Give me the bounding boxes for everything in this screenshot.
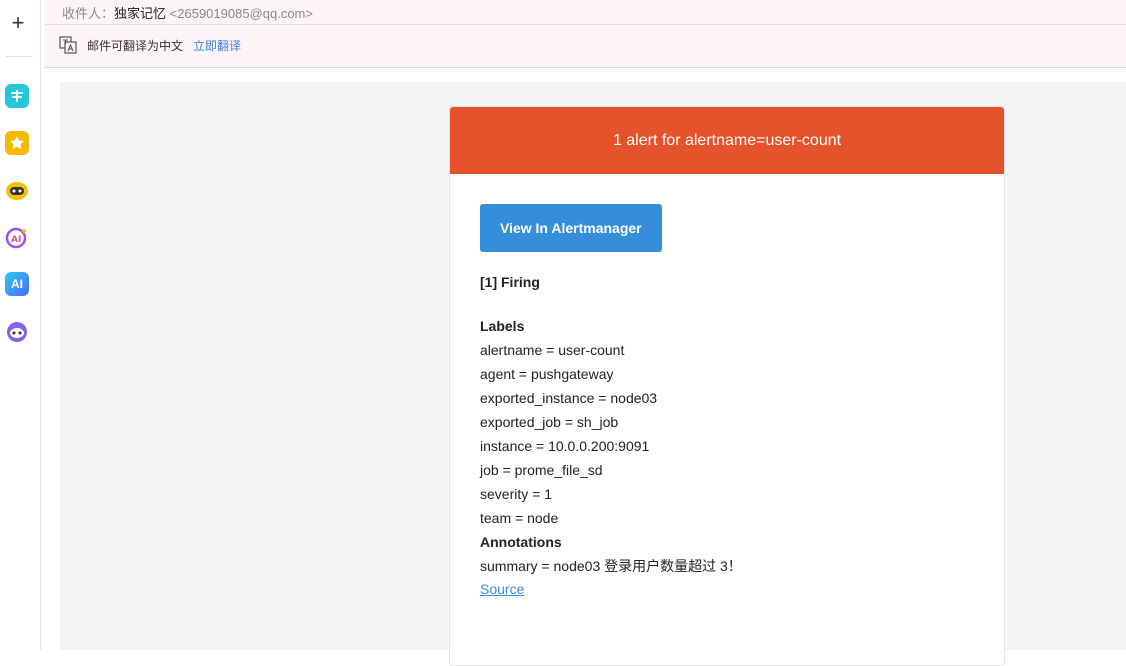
translate-hint: 邮件可翻译为中文: [87, 39, 184, 53]
label-item: alertname = user-count: [480, 342, 625, 358]
svg-text:AI: AI: [11, 235, 21, 245]
star-app-icon[interactable]: [5, 131, 29, 155]
translate-app-icon[interactable]: [5, 84, 29, 108]
translate-icon[interactable]: [59, 36, 77, 54]
recipient-email[interactable]: <2659019085@qq.com>: [170, 6, 313, 21]
label-item: exported_instance = node03: [480, 390, 658, 406]
label-item: job = prome_file_sd: [480, 462, 603, 478]
recipient-name[interactable]: 独家记忆: [114, 6, 166, 21]
annotations-heading: Annotations: [480, 534, 562, 550]
sidebar-divider: [6, 56, 32, 57]
firing-status: [1] Firing: [480, 274, 540, 290]
ai-ring-app-icon[interactable]: AI: [5, 225, 29, 249]
labels-heading: Labels: [480, 318, 525, 334]
left-app-sidebar: + AI AI: [0, 0, 41, 650]
mail-reading-pane: 收件人：独家记忆 <2659019085@qq.com> 邮件可翻译为中文 立即…: [42, 0, 1126, 666]
label-item: severity = 1: [480, 486, 552, 502]
label-item: instance = 10.0.0.200:9091: [480, 438, 650, 454]
alert-card: 1 alert for alertname=user-count View In…: [449, 106, 1005, 666]
alert-header: 1 alert for alertname=user-count: [450, 107, 1004, 174]
header-divider: [45, 24, 1126, 25]
annotation-item: summary = node03 登录用户数量超过 3！: [480, 558, 742, 574]
robot-app-icon[interactable]: [5, 178, 29, 202]
ai-app-label: AI: [11, 277, 23, 291]
mail-body: 1 alert for alertname=user-count View In…: [60, 82, 1126, 666]
bot-face-app-icon[interactable]: [5, 319, 29, 343]
plus-icon[interactable]: +: [7, 12, 29, 34]
label-item: agent = pushgateway: [480, 366, 614, 382]
source-link[interactable]: Source: [480, 578, 974, 600]
translate-now-link[interactable]: 立即翻译: [193, 37, 241, 54]
view-in-alertmanager-button[interactable]: View In Alertmanager: [480, 204, 662, 252]
ai-app-icon[interactable]: AI: [5, 272, 29, 296]
alert-content: View In Alertmanager [1] Firing Labels a…: [450, 174, 1004, 630]
recipient-label: 收件人：: [62, 6, 115, 21]
recipient-line: 收件人：独家记忆 <2659019085@qq.com>: [62, 3, 313, 22]
label-item: exported_job = sh_job: [480, 414, 619, 430]
label-item: team = node: [480, 510, 559, 526]
mail-header: 收件人：独家记忆 <2659019085@qq.com> 邮件可翻译为中文 立即…: [45, 0, 1126, 68]
